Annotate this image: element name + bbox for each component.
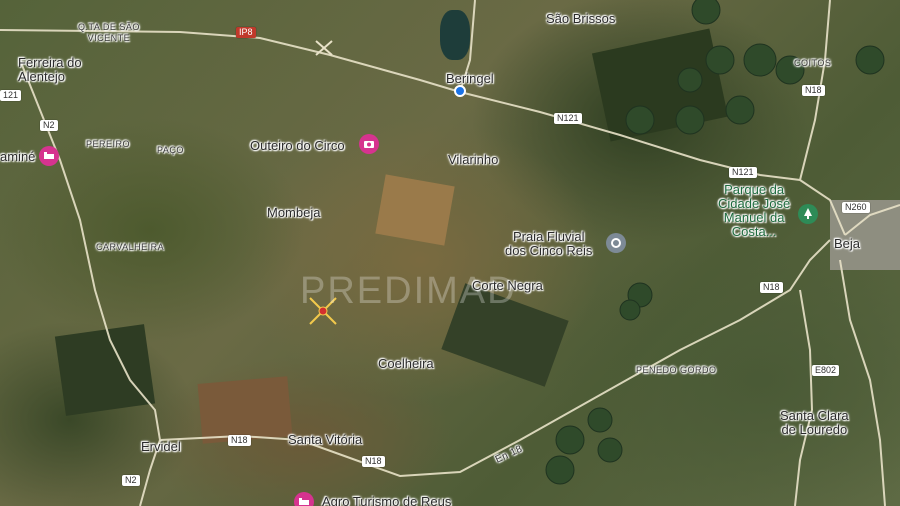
label-sao-brissos: São Brissos: [546, 11, 616, 26]
label-santa-clara: Santa Clara de Louredo: [780, 408, 849, 437]
road-e802: [839, 259, 886, 506]
label-vilarinho: Vilarinho: [448, 152, 499, 167]
road-shield-n121: N121: [554, 113, 582, 124]
road-shield-ip8: IP8: [236, 27, 256, 38]
label-ervidel: Ervidel: [141, 439, 181, 454]
label-camine: aminé: [0, 149, 36, 164]
satellite-map[interactable]: PREDIMAD São Brissos Q.TA DE SÃO VICENTE…: [0, 0, 900, 506]
hotel-poi-icon-south[interactable]: [294, 492, 314, 506]
label-praia: Praia Fluvial dos Cinco Reis: [505, 229, 593, 258]
road-shield-n2: N2: [40, 120, 58, 131]
road-shield-n121-east: N121: [729, 167, 757, 178]
label-santa-vitoria: Santa Vitória: [288, 432, 363, 447]
park-poi-icon[interactable]: [798, 204, 818, 224]
label-beja: Beja: [834, 236, 861, 251]
label-carvalheira: CARVALHEIRA: [96, 242, 165, 252]
camera-poi-icon[interactable]: [359, 134, 379, 154]
road-shield-n18-beja: N18: [760, 282, 783, 293]
label-paco: PAÇO: [157, 145, 184, 155]
road-shield-n18-ervidel: N18: [228, 435, 251, 446]
label-beringel: Beringel: [446, 71, 494, 86]
road-shield-121: 121: [0, 90, 22, 101]
label-outeiro: Outeiro do Circo: [250, 138, 345, 153]
location-dot: [454, 85, 466, 97]
pin-poi-icon[interactable]: [606, 233, 626, 253]
road-shield-e802: E802: [812, 365, 840, 376]
label-pereiro: PEREIRO: [86, 139, 131, 149]
label-agro-turismo: Agro Turismo de Reus: [322, 494, 452, 506]
label-parque: Parque da Cidade José Manuel da Costa...: [718, 182, 791, 239]
road-shield-n2-south: N2: [122, 475, 140, 486]
label-corte-negra: Corte Negra: [472, 278, 543, 293]
road-shield-n18-coitos: N18: [802, 85, 825, 96]
label-coitos: COITOS: [794, 58, 832, 68]
road-shield-n18-south: N18: [362, 456, 385, 467]
road-shield-n260: N260: [842, 202, 870, 213]
road-n18-south: [794, 289, 814, 506]
label-ferreira: Ferreira do Alentejo: [18, 55, 82, 84]
label-mombeja: Mombeja: [267, 205, 321, 220]
label-coelheira: Coelheira: [378, 356, 434, 371]
label-penedo-gordo: PENEDO GORDO: [636, 365, 717, 375]
label-qta-sao-vicente: Q.TA DE SÃO VICENTE: [78, 22, 140, 43]
hotel-poi-icon[interactable]: [39, 146, 59, 166]
